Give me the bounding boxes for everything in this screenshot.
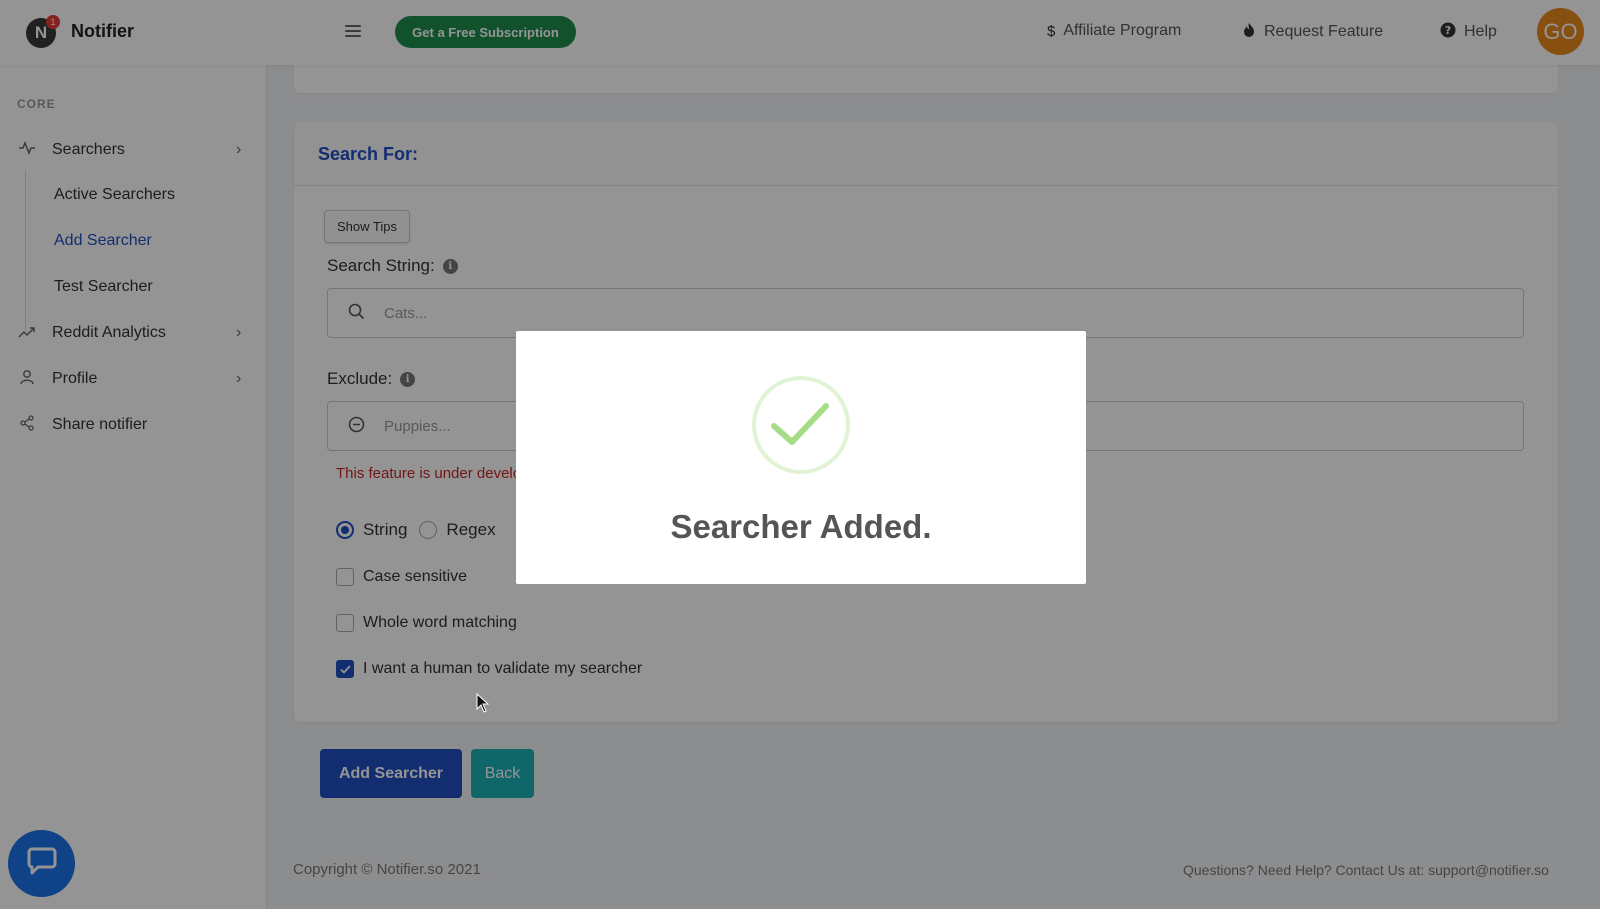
success-dialog: Searcher Added. bbox=[516, 331, 1086, 584]
dialog-title: Searcher Added. bbox=[670, 508, 932, 545]
success-check-icon bbox=[752, 376, 850, 474]
mouse-cursor-icon bbox=[476, 692, 490, 718]
